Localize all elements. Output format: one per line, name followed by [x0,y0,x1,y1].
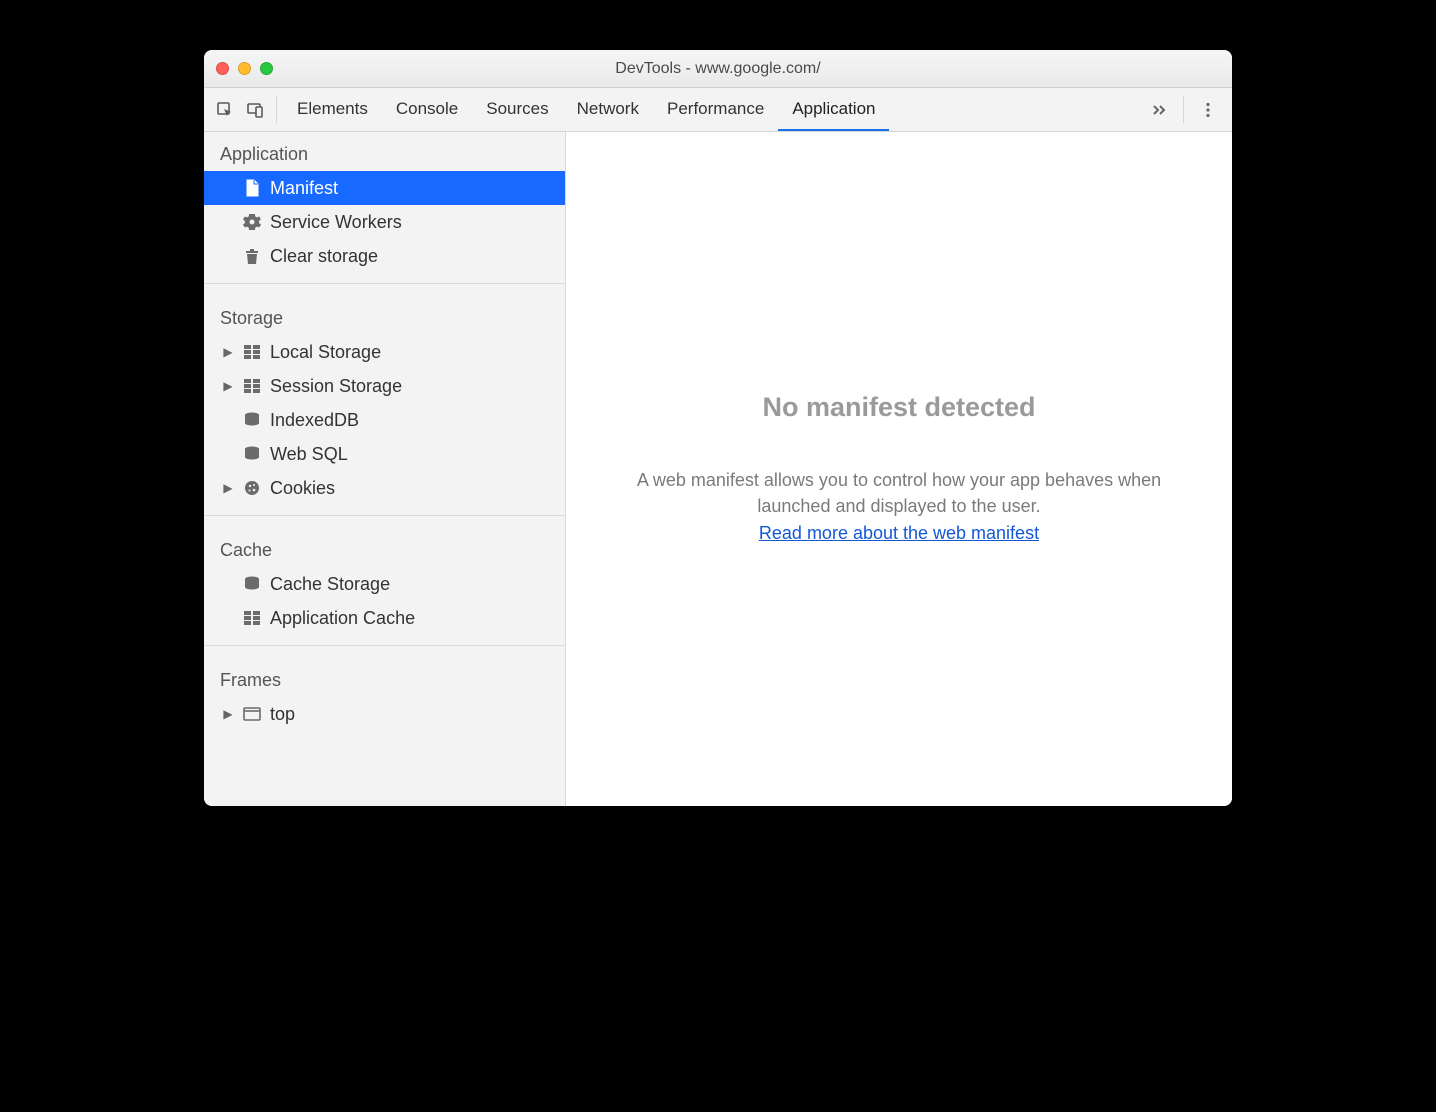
application-sidebar: Application Manifest Service Workers [204,132,566,806]
devtools-menu-button[interactable] [1190,88,1226,131]
sidebar-item-indexeddb[interactable]: IndexedDB [204,403,565,437]
tab-network[interactable]: Network [563,88,653,131]
tab-sources[interactable]: Sources [472,88,562,131]
tabs-overflow-button[interactable] [1141,88,1177,131]
gear-icon [242,213,262,231]
empty-state-body: A web manifest allows you to control how… [637,470,1161,516]
window-controls [216,62,273,75]
sidebar-item-websql[interactable]: Web SQL [204,437,565,471]
sidebar-item-local-storage[interactable]: ▶ Local Storage [204,335,565,369]
section-title-cache: Cache [204,526,565,567]
minimize-window-button[interactable] [238,62,251,75]
read-more-link[interactable]: Read more about the web manifest [759,523,1039,543]
toolbar-separator [1183,96,1184,123]
sidebar-item-cache-storage[interactable]: Cache Storage [204,567,565,601]
panel-tabs: Elements Console Sources Network Perform… [283,88,1141,131]
sidebar-item-clear-storage[interactable]: Clear storage [204,239,565,273]
zoom-window-button[interactable] [260,62,273,75]
sidebar-item-label: Cache Storage [270,574,390,595]
sidebar-item-label: Application Cache [270,608,415,629]
cookie-icon [242,480,262,496]
sidebar-item-label: Session Storage [270,376,402,397]
expand-icon[interactable]: ▶ [222,345,234,359]
database-icon [242,446,262,462]
sidebar-item-service-workers[interactable]: Service Workers [204,205,565,239]
device-toolbar-button[interactable] [240,88,270,131]
database-icon [242,576,262,592]
sidebar-item-label: Cookies [270,478,335,499]
grid-icon [242,611,262,625]
manifest-panel: No manifest detected A web manifest allo… [566,132,1232,806]
sidebar-item-label: Manifest [270,178,338,199]
devtools-window: DevTools - www.google.com/ Elements Cons… [204,50,1232,806]
sidebar-item-label: IndexedDB [270,410,359,431]
trash-icon [242,247,262,265]
titlebar: DevTools - www.google.com/ [204,50,1232,88]
sidebar-separator [204,283,565,284]
window-title: DevTools - www.google.com/ [204,60,1232,78]
sidebar-item-session-storage[interactable]: ▶ Session Storage [204,369,565,403]
panel-content: Application Manifest Service Workers [204,132,1232,806]
sidebar-item-label: Local Storage [270,342,381,363]
section-title-application: Application [204,132,565,171]
tab-elements[interactable]: Elements [283,88,382,131]
expand-icon[interactable]: ▶ [222,707,234,721]
section-title-frames: Frames [204,656,565,697]
sidebar-separator [204,515,565,516]
sidebar-item-label: Web SQL [270,444,348,465]
sidebar-item-application-cache[interactable]: Application Cache [204,601,565,635]
toolbar-separator [276,96,277,123]
sidebar-item-label: Clear storage [270,246,378,267]
sidebar-item-cookies[interactable]: ▶ Cookies [204,471,565,505]
tab-application[interactable]: Application [778,88,889,131]
file-icon [242,179,262,197]
sidebar-item-label: top [270,704,295,725]
expand-icon[interactable]: ▶ [222,379,234,393]
empty-state-heading: No manifest detected [762,392,1035,423]
sidebar-item-manifest[interactable]: Manifest [204,171,565,205]
grid-icon [242,379,262,393]
database-icon [242,412,262,428]
tab-console[interactable]: Console [382,88,472,131]
inspect-element-button[interactable] [210,88,240,131]
devtools-toolbar: Elements Console Sources Network Perform… [204,88,1232,132]
sidebar-separator [204,645,565,646]
tab-performance[interactable]: Performance [653,88,778,131]
close-window-button[interactable] [216,62,229,75]
sidebar-item-top-frame[interactable]: ▶ top [204,697,565,731]
sidebar-item-label: Service Workers [270,212,402,233]
section-title-storage: Storage [204,294,565,335]
frame-icon [242,707,262,721]
grid-icon [242,345,262,359]
expand-icon[interactable]: ▶ [222,481,234,495]
